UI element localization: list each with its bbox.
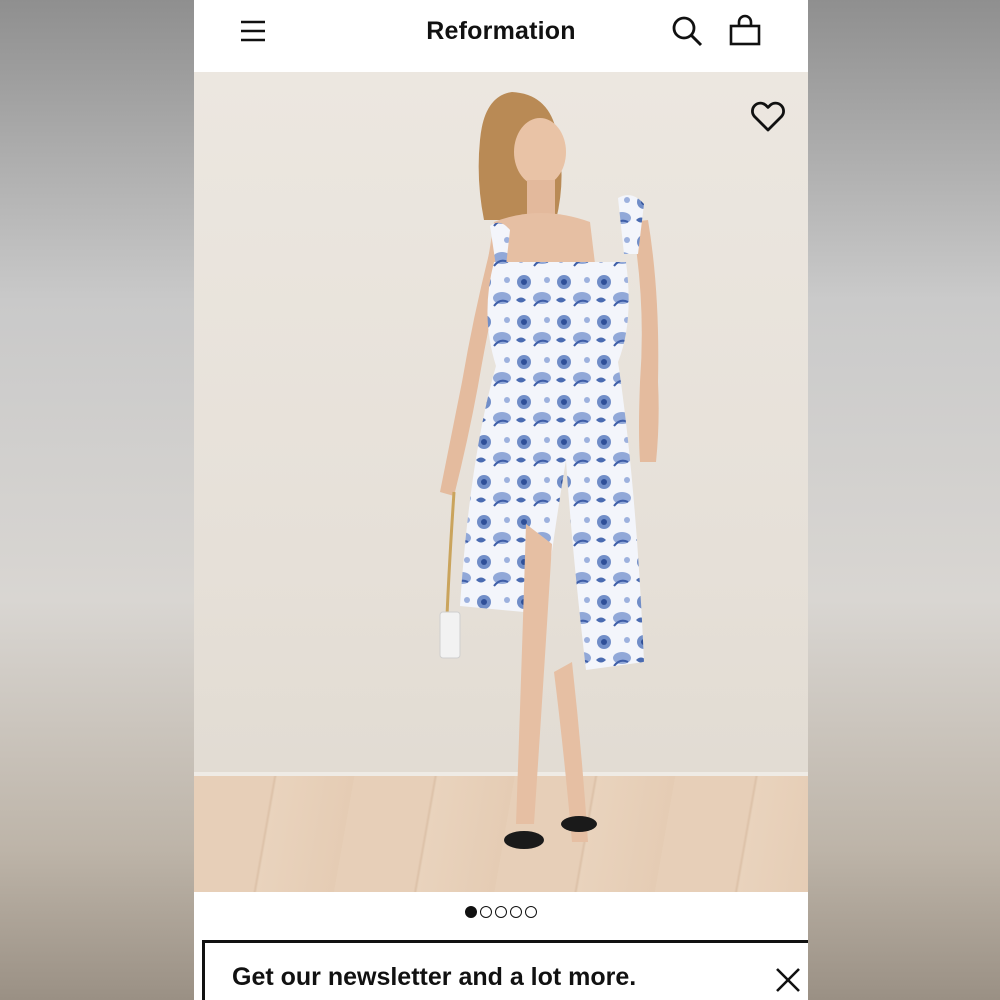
product-image[interactable] xyxy=(194,72,808,892)
heart-outline-icon[interactable] xyxy=(748,96,788,136)
brand-logo[interactable]: Reformation xyxy=(194,17,808,46)
background-right-blur xyxy=(808,0,1000,1000)
app-header: Reformation xyxy=(194,0,808,72)
newsletter-banner[interactable]: Get our newsletter and a lot more. xyxy=(202,940,808,1000)
newsletter-text: Get our newsletter and a lot more. xyxy=(232,963,637,991)
carousel-dot-3[interactable] xyxy=(495,906,507,918)
close-icon[interactable] xyxy=(773,965,803,995)
carousel-dot-1[interactable] xyxy=(465,906,477,918)
carousel-dot-4[interactable] xyxy=(510,906,522,918)
search-icon[interactable] xyxy=(670,14,704,48)
model-wearing-floral-dress xyxy=(439,92,659,849)
mobile-screen: Reformation Get our newsletter and a lot… xyxy=(194,0,808,1000)
carousel-dot-2[interactable] xyxy=(480,906,492,918)
background-left-blur xyxy=(0,0,194,1000)
shopping-bag-icon[interactable] xyxy=(728,14,762,48)
carousel-dot-5[interactable] xyxy=(525,906,537,918)
carousel-pagination xyxy=(194,892,808,932)
